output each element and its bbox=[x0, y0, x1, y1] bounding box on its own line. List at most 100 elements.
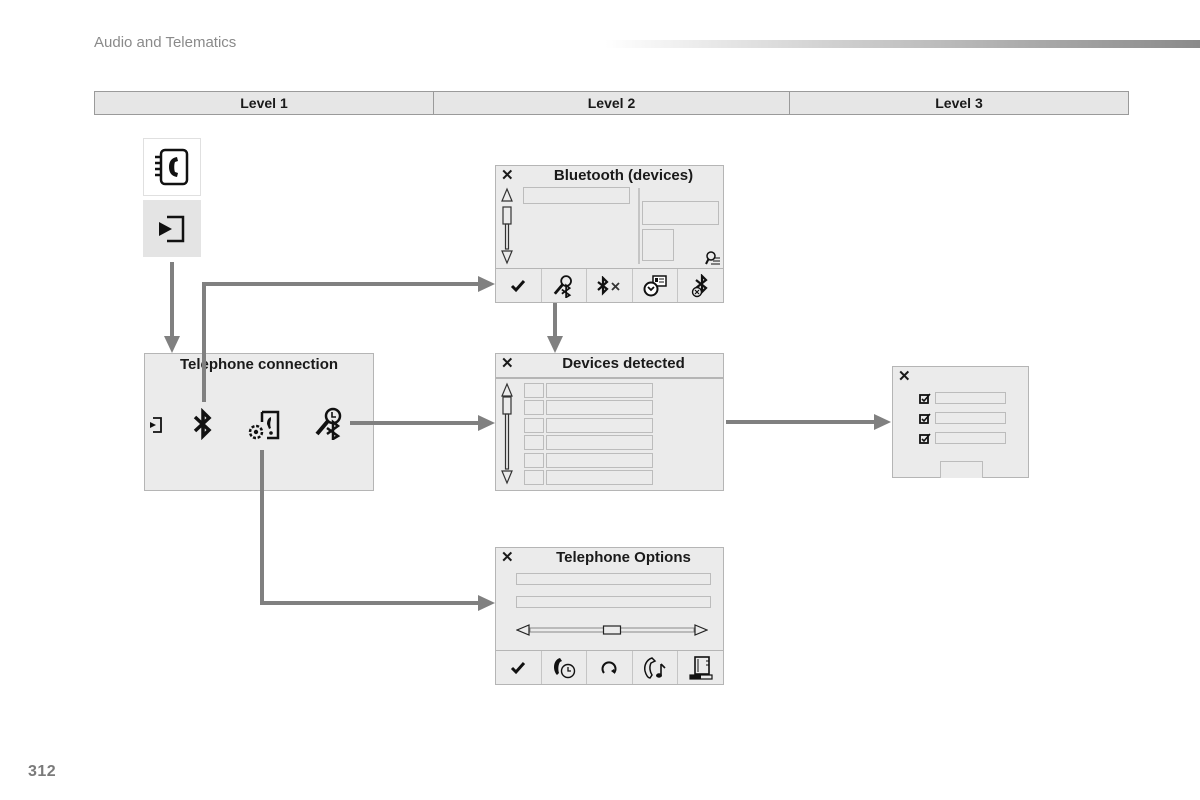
device-image-field bbox=[642, 229, 674, 261]
device-row-name-cell[interactable] bbox=[546, 470, 653, 485]
flow-arrow bbox=[726, 420, 876, 424]
profile-field bbox=[935, 392, 1006, 404]
device-row-icon-cell[interactable] bbox=[524, 470, 544, 485]
profiles-dialog: ✕ bbox=[892, 366, 1029, 478]
checkbox-checked-icon[interactable] bbox=[919, 413, 931, 425]
title-divider bbox=[496, 377, 723, 379]
level-2-label: Level 2 bbox=[434, 92, 790, 114]
ringtone-button[interactable] bbox=[633, 651, 679, 684]
phonebook-export-button[interactable] bbox=[678, 651, 723, 684]
device-row-icon-cell[interactable] bbox=[524, 400, 544, 416]
device-row-icon-cell[interactable] bbox=[524, 435, 544, 451]
bluetooth-search-button[interactable] bbox=[313, 406, 347, 440]
scrollbar[interactable] bbox=[501, 187, 513, 265]
device-profile-icon bbox=[643, 274, 667, 296]
scrollbar-icon bbox=[501, 187, 513, 265]
scrollbar-icon bbox=[501, 382, 513, 485]
devices-detected-screen: ✕ Devices detected bbox=[495, 353, 724, 491]
telephone-options-screen: ✕ Telephone Options bbox=[495, 547, 724, 685]
bluetooth-disconnect-button[interactable] bbox=[587, 269, 633, 302]
telephone-connection-screen: Telephone connection bbox=[144, 353, 374, 491]
flow-arrow bbox=[260, 450, 264, 605]
slider-thumb bbox=[602, 625, 622, 635]
levels-header: Level 1 Level 2 Level 3 bbox=[94, 91, 1129, 115]
toolbar bbox=[496, 650, 723, 684]
screen-title: Devices detected bbox=[562, 355, 685, 372]
volume-slider[interactable] bbox=[516, 623, 708, 637]
arrowhead-down-icon bbox=[547, 336, 563, 353]
section-title: Audio and Telematics bbox=[94, 34, 237, 51]
device-name-field[interactable] bbox=[523, 187, 630, 204]
details-button[interactable] bbox=[705, 250, 721, 266]
device-row-name-cell[interactable] bbox=[546, 400, 653, 416]
bluetooth-delete-icon bbox=[691, 273, 708, 297]
call-log-button[interactable] bbox=[542, 651, 588, 684]
device-row-name-cell[interactable] bbox=[546, 452, 653, 468]
arrowhead-right-icon bbox=[478, 415, 495, 431]
device-row-name-cell[interactable] bbox=[546, 435, 653, 451]
arrowhead-right-icon bbox=[478, 276, 495, 292]
device-row-icon-cell[interactable] bbox=[524, 383, 544, 398]
slider-left-arrow-icon bbox=[516, 624, 530, 636]
device-row-name-cell[interactable] bbox=[546, 383, 653, 398]
device-row-icon-cell[interactable] bbox=[524, 417, 544, 433]
ok-button[interactable] bbox=[940, 461, 983, 478]
bluetooth-search-icon bbox=[553, 274, 572, 298]
phone-settings-icon bbox=[248, 410, 280, 440]
checkbox-checked-icon[interactable] bbox=[919, 433, 931, 445]
phonebook-icon bbox=[155, 148, 189, 186]
bluetooth-delete-button[interactable] bbox=[678, 269, 723, 302]
check-icon bbox=[511, 279, 526, 292]
bluetooth-search-button[interactable] bbox=[542, 269, 588, 302]
level-3-label: Level 3 bbox=[935, 95, 983, 111]
flow-arrow bbox=[260, 601, 480, 605]
phone-settings-button[interactable] bbox=[245, 408, 283, 442]
bluetooth-devices-screen: ✕ Bluetooth (devices) bbox=[495, 165, 724, 303]
page-number: 312 bbox=[28, 763, 57, 780]
call-log-icon bbox=[553, 657, 576, 678]
flow-arrow bbox=[202, 282, 480, 286]
option-field-1[interactable] bbox=[516, 573, 711, 585]
phonebook-button[interactable] bbox=[143, 138, 201, 196]
header-gradient-bar bbox=[605, 40, 1200, 48]
bluetooth-icon bbox=[193, 408, 212, 440]
close-button[interactable]: ✕ bbox=[898, 368, 911, 386]
search-details-icon bbox=[705, 251, 720, 265]
option-field-2[interactable] bbox=[516, 596, 711, 608]
check-icon bbox=[511, 661, 526, 674]
toolbar bbox=[496, 268, 723, 302]
divider bbox=[638, 188, 640, 264]
device-info-field bbox=[642, 201, 719, 225]
confirm-button[interactable] bbox=[496, 269, 542, 302]
source-select-icon bbox=[159, 215, 185, 242]
refresh-button[interactable] bbox=[587, 651, 633, 684]
screen-title: Telephone Options bbox=[556, 549, 691, 566]
scrollbar[interactable] bbox=[501, 382, 513, 486]
profile-field bbox=[935, 412, 1006, 424]
slider-right-arrow-icon bbox=[694, 624, 708, 636]
checkbox-checked-icon[interactable] bbox=[919, 393, 931, 405]
screen-title: Telephone connection bbox=[179, 356, 339, 373]
device-profile-button[interactable] bbox=[633, 269, 679, 302]
bluetooth-search-icon bbox=[315, 407, 342, 440]
level-1-label: Level 1 bbox=[95, 92, 434, 114]
confirm-button[interactable] bbox=[496, 651, 542, 684]
ringtone-icon bbox=[644, 656, 666, 679]
profile-field bbox=[935, 432, 1006, 444]
arrowhead-right-icon bbox=[874, 414, 891, 430]
flow-arrow bbox=[350, 421, 480, 425]
source-back-icon bbox=[150, 417, 162, 433]
source-select-button[interactable] bbox=[143, 200, 201, 257]
phonebook-export-icon bbox=[689, 655, 713, 680]
arrowhead-down-icon bbox=[164, 336, 180, 353]
bluetooth-disconnect-icon bbox=[597, 275, 621, 296]
flow-arrow bbox=[170, 262, 174, 340]
arrowhead-right-icon bbox=[478, 595, 495, 611]
flow-arrow bbox=[553, 303, 557, 339]
bluetooth-button[interactable] bbox=[191, 408, 215, 440]
device-row-name-cell[interactable] bbox=[546, 417, 653, 433]
device-row-icon-cell[interactable] bbox=[524, 452, 544, 468]
slider-track bbox=[516, 624, 708, 636]
refresh-icon bbox=[601, 660, 617, 674]
source-back-button[interactable] bbox=[148, 416, 164, 434]
